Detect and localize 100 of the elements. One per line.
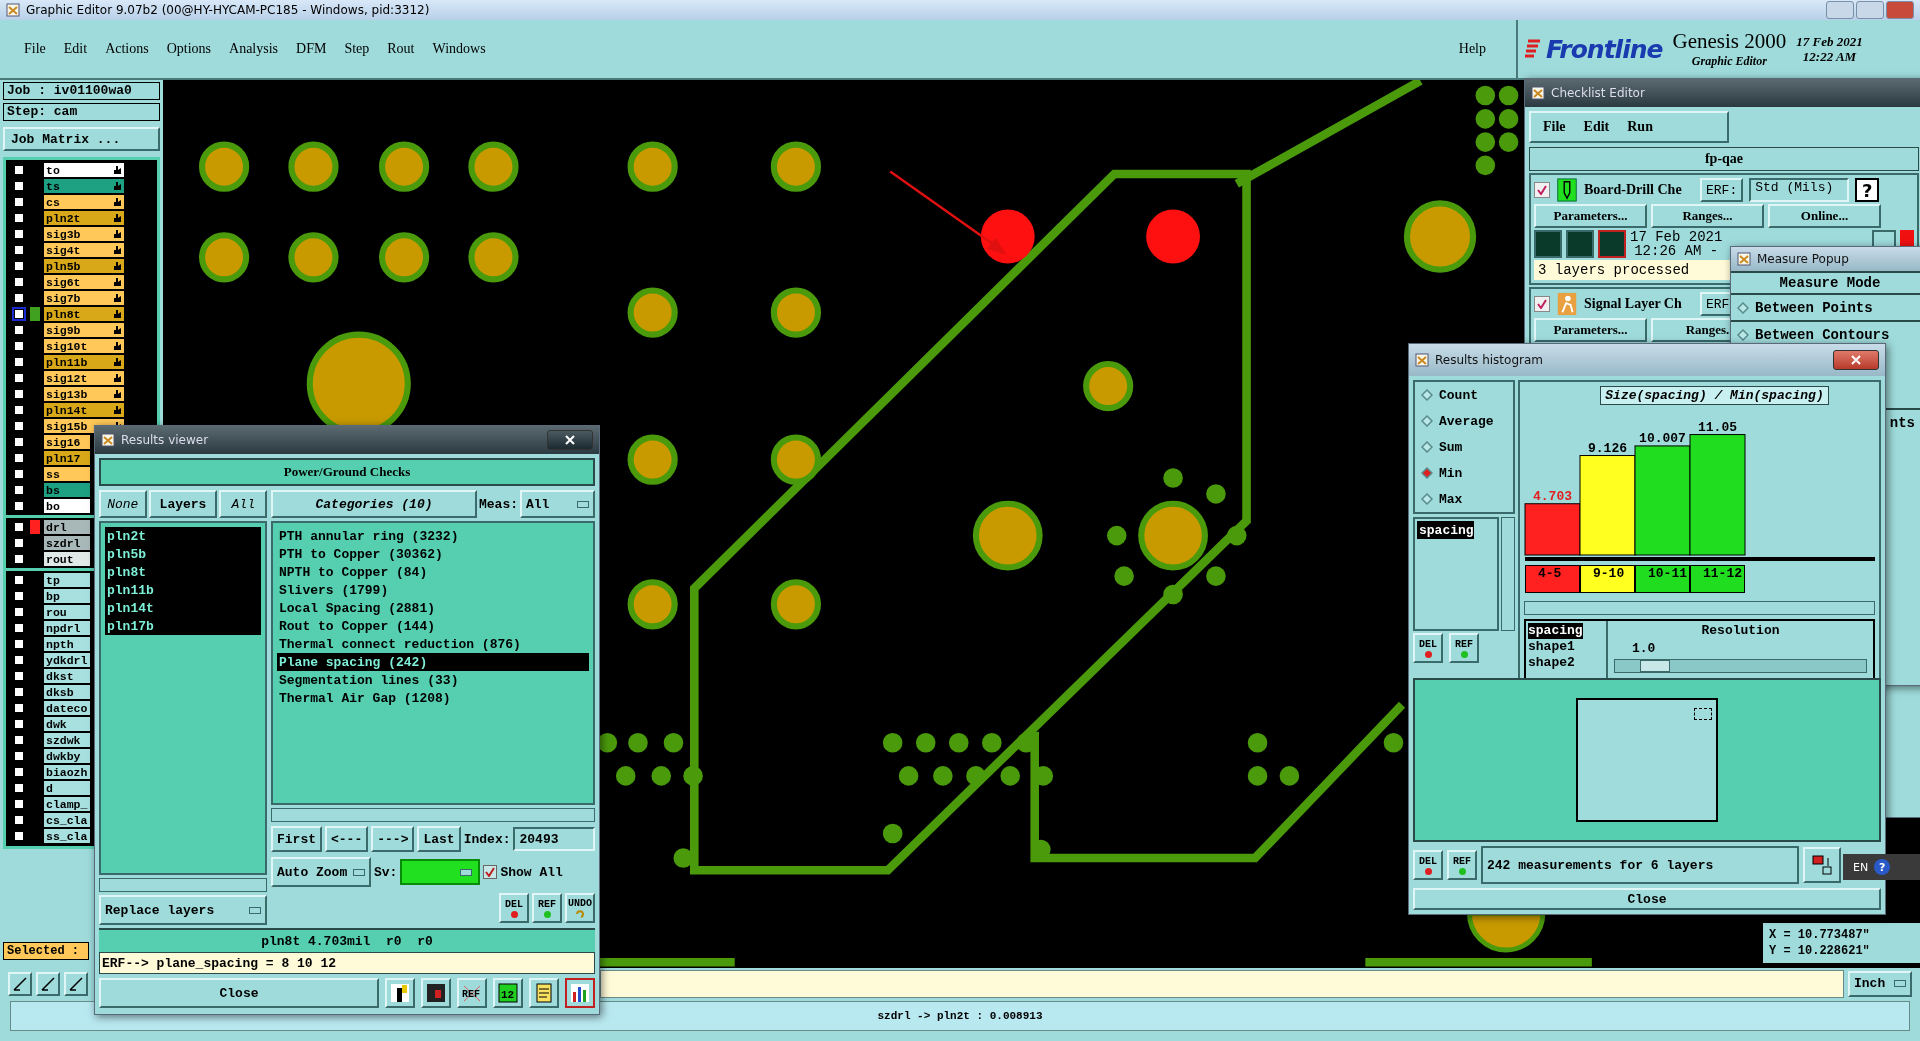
menu-item[interactable]: Help (1458, 41, 1486, 57)
layer-button[interactable]: tp (44, 573, 90, 587)
menu-item[interactable]: Rout (387, 41, 415, 57)
list-item[interactable]: pln11b (105, 581, 261, 599)
list-item[interactable]: Segmentation lines (33) (277, 671, 589, 689)
menu-item[interactable]: DFM (296, 41, 327, 57)
list-item[interactable]: pln14t (105, 599, 261, 617)
layer-button[interactable]: biaozh (44, 765, 90, 779)
nav-button[interactable]: Last (417, 826, 461, 852)
action-button[interactable]: Parameters... (1534, 318, 1647, 342)
list-item[interactable]: Plane spacing (242) (277, 653, 589, 671)
layer-button[interactable]: to (44, 163, 124, 177)
menu-item[interactable]: Edit (63, 41, 88, 57)
menu-item[interactable]: File (1543, 119, 1566, 135)
filter-button[interactable]: None (99, 490, 147, 518)
list-item[interactable]: Thermal Air Gap (1208) (277, 689, 589, 707)
layer-button[interactable]: sig3b (44, 227, 124, 241)
layer-button[interactable]: npth (44, 637, 90, 651)
list-item[interactable]: pln8t (105, 563, 261, 581)
menu-item[interactable]: Options (166, 41, 212, 57)
list-item[interactable]: PTH annular ring (3232) (277, 527, 589, 545)
layer-button[interactable]: ydkdrl (44, 653, 90, 667)
menu-item[interactable]: Step (344, 41, 370, 57)
list-item[interactable]: Slivers (1799) (277, 581, 589, 599)
layer-button[interactable]: szdwk (44, 733, 90, 747)
layer-button[interactable]: szdrl (44, 536, 90, 550)
ref-button[interactable]: REF (1447, 850, 1477, 880)
layer-button[interactable]: ss (44, 467, 90, 481)
layer-button[interactable]: drl (44, 520, 90, 534)
list-item[interactable]: PTH to Copper (30362) (277, 545, 589, 563)
units-dropdown[interactable]: Inch (1848, 970, 1912, 997)
nav-button[interactable]: First (271, 826, 322, 852)
layer-button[interactable]: sig6t (44, 275, 124, 289)
del-button[interactable]: DEL (499, 893, 529, 923)
layer-button[interactable]: ss_cla (44, 829, 90, 843)
list-item[interactable]: spacing (1528, 623, 1583, 639)
layer-button[interactable]: sig7b (44, 291, 124, 305)
layer-button[interactable]: pln17 (44, 451, 90, 465)
action-button[interactable]: Parameters... (1534, 204, 1647, 228)
layer-button[interactable]: ts (44, 179, 124, 193)
close-button[interactable]: Close (1413, 888, 1881, 910)
list-item[interactable]: NPTH to Copper (84) (277, 563, 589, 581)
ref-button[interactable]: REF (1449, 633, 1479, 663)
close-button[interactable]: Close (99, 978, 379, 1008)
erf-button[interactable]: ERF: (1700, 178, 1744, 202)
list-item[interactable]: shape2 (1528, 655, 1600, 671)
layer-button[interactable]: clamp_ (44, 797, 90, 811)
categories-button[interactable]: Categories (10) (271, 490, 477, 518)
layer-button[interactable]: sig10t (44, 339, 124, 353)
list-item[interactable]: shape1 (1528, 639, 1600, 655)
list-item[interactable]: pln2t (105, 527, 261, 545)
replace-mode-dropdown[interactable]: Replace layers (99, 895, 267, 925)
nav-button[interactable]: ---> (371, 826, 415, 852)
layer-button[interactable]: bo (44, 499, 90, 513)
meas-dropdown[interactable]: All (520, 490, 595, 518)
index-field[interactable]: 20493 (513, 827, 595, 851)
nav-button[interactable]: <--- (325, 826, 369, 852)
list-item[interactable]: spacing (1417, 521, 1474, 539)
layer-button[interactable]: dkst (44, 669, 90, 683)
action-button[interactable]: Online... (1768, 204, 1881, 228)
layer-button[interactable]: pln2t (44, 211, 124, 225)
menu-item[interactable]: Edit (1583, 119, 1610, 135)
zoom-mode-dropdown[interactable]: Auto Zoom (271, 857, 371, 887)
action-button[interactable]: Ranges... (1651, 204, 1764, 228)
list-item[interactable]: pln5b (105, 545, 261, 563)
menu-item[interactable]: Windows (432, 41, 486, 57)
layer-button[interactable]: dksb (44, 685, 90, 699)
layer-button[interactable]: pln5b (44, 259, 124, 273)
layer-button[interactable]: sig4t (44, 243, 124, 257)
language-indicator[interactable]: EN (1853, 860, 1869, 874)
del-button[interactable]: DEL (1413, 633, 1443, 663)
list-item[interactable]: Local Spacing (2881) (277, 599, 589, 617)
list-item[interactable]: Rout to Copper (144) (277, 617, 589, 635)
ref-button[interactable]: REF (532, 893, 562, 923)
layer-button[interactable]: npdrl (44, 621, 90, 635)
menu-item[interactable]: Actions (105, 41, 149, 57)
layer-button[interactable]: dwkby (44, 749, 90, 763)
menu-item[interactable]: Analysis (229, 41, 279, 57)
layer-button[interactable]: sig13b (44, 387, 124, 401)
undo-button[interactable]: UNDO (565, 893, 595, 923)
layer-button[interactable]: cs_cla (44, 813, 90, 827)
layer-button[interactable]: bp (44, 589, 90, 603)
layer-button[interactable]: rout (44, 552, 90, 566)
layer-button[interactable]: dwk (44, 717, 90, 731)
layer-button[interactable]: pln11b (44, 355, 124, 369)
del-button[interactable]: DEL (1413, 850, 1443, 880)
layer-button[interactable]: sig16 (44, 435, 90, 449)
layer-button[interactable]: cs (44, 195, 124, 209)
filter-button[interactable]: Layers (148, 490, 218, 518)
help-button[interactable]: ? (1874, 859, 1891, 875)
list-item[interactable]: pln17b (105, 617, 261, 635)
list-item[interactable]: Thermal connect reduction (876) (277, 635, 589, 653)
layer-button[interactable]: pln8t (44, 307, 124, 321)
layer-button[interactable]: pln14t (44, 403, 124, 417)
menu-item[interactable]: File (24, 41, 46, 57)
layer-button[interactable]: rou (44, 605, 90, 619)
menu-item[interactable]: Run (1627, 119, 1653, 135)
layer-button[interactable]: dateco (44, 701, 90, 715)
erf-field[interactable]: Std (Mils) (1749, 178, 1850, 202)
layer-button[interactable]: bs (44, 483, 90, 497)
